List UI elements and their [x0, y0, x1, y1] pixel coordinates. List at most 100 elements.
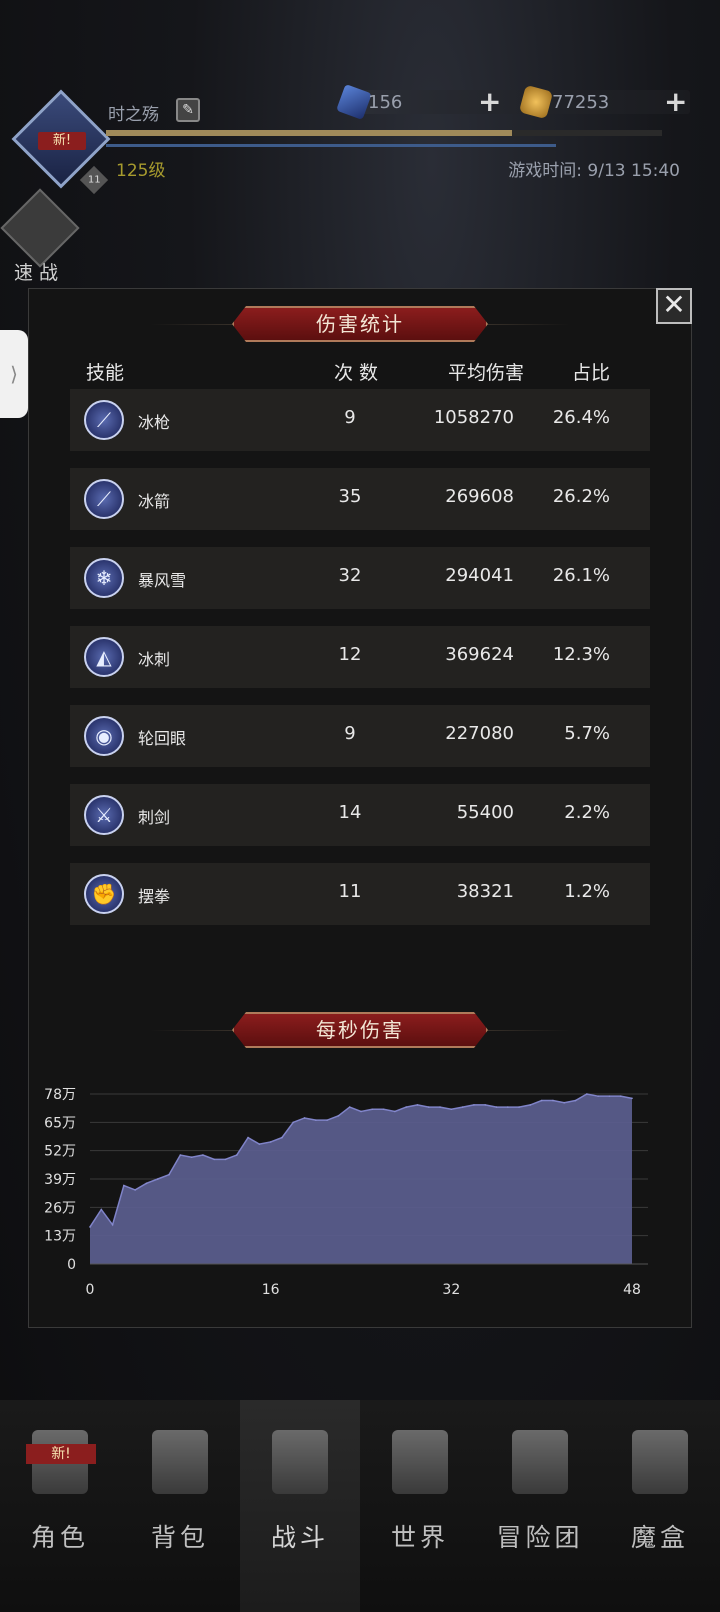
- map-icon: [392, 1430, 448, 1494]
- nav-tab-label: 魔盒: [630, 1523, 689, 1552]
- dps-point: [631, 1097, 633, 1100]
- nav-tab[interactable]: 背包: [120, 1400, 240, 1612]
- dps-point: [247, 1136, 249, 1139]
- nav-tab-label: 角色: [30, 1523, 89, 1552]
- dps-point: [269, 1141, 272, 1143]
- nav-tab-label: 背包: [150, 1523, 209, 1552]
- x-tick-label: 32: [442, 1282, 460, 1298]
- dps-chart: 0 13万 26万 39万 52万 65万 78万 0 16 32 48: [44, 1087, 648, 1298]
- dps-point: [258, 1143, 261, 1145]
- skill-percent: 26.1%: [552, 565, 610, 586]
- skill-percent: 26.4%: [552, 407, 610, 428]
- dps-point: [597, 1095, 599, 1097]
- quick-battle-icon[interactable]: [0, 188, 80, 268]
- dps-point: [619, 1095, 622, 1097]
- skill-avg-damage: 369624: [445, 644, 514, 665]
- y-tick-label: 13万: [44, 1229, 76, 1245]
- quick-battle-label[interactable]: 速战: [14, 258, 64, 285]
- nav-tab[interactable]: 魔盒: [600, 1400, 720, 1612]
- dps-point: [506, 1106, 509, 1108]
- close-button[interactable]: ✕: [656, 288, 692, 324]
- castle-icon: [512, 1430, 568, 1494]
- dps-point: [213, 1158, 216, 1161]
- dps-point: [439, 1106, 441, 1108]
- skill-avg-damage: 55400: [456, 802, 514, 823]
- skill-avg-damage: 38321: [456, 881, 514, 902]
- gold-count: 77253: [552, 92, 610, 113]
- dps-point: [529, 1104, 532, 1106]
- nav-tab[interactable]: 战斗: [240, 1400, 360, 1612]
- skill-name: 冰箭: [138, 492, 171, 511]
- dps-point: [134, 1189, 136, 1191]
- skill-percent: 2.2%: [564, 802, 610, 823]
- backpack-icon: [152, 1430, 208, 1494]
- dps-point: [123, 1184, 125, 1187]
- skill-name: 暴风雪: [138, 571, 187, 590]
- column-count: 次 数: [334, 362, 379, 384]
- skill-percent: 1.2%: [564, 881, 610, 902]
- dps-point: [405, 1106, 407, 1108]
- skill-row: ⟋ 冰枪 9 1058270 26.4%: [70, 389, 650, 451]
- dps-point: [179, 1154, 182, 1156]
- dps-point: [145, 1182, 148, 1185]
- skill-percent: 12.3%: [552, 644, 610, 665]
- dps-point: [202, 1154, 204, 1156]
- gem-count: 156: [368, 92, 403, 113]
- gold-icon: [518, 84, 554, 120]
- dps-point: [292, 1121, 295, 1124]
- nav-tab[interactable]: 新! 角色: [0, 1400, 120, 1612]
- stab-sword-icon: ⚔: [84, 795, 124, 835]
- side-expand-tab[interactable]: ⟩: [0, 330, 28, 418]
- dps-point: [552, 1099, 554, 1102]
- skill-row: ❄ 暴风雪 32 294041 26.1%: [70, 547, 650, 609]
- y-tick-label: 78万: [44, 1087, 76, 1103]
- dps-point: [371, 1108, 374, 1111]
- dps-point: [495, 1106, 498, 1108]
- add-gem-button[interactable]: +: [478, 88, 501, 116]
- dps-point: [190, 1156, 193, 1159]
- dps-point: [303, 1117, 306, 1119]
- game-time: 游戏时间: 9/13 15:40: [508, 161, 680, 181]
- dps-point: [382, 1108, 385, 1111]
- dps-point: [427, 1106, 430, 1108]
- nav-tab[interactable]: 冒险团: [480, 1400, 600, 1612]
- dps-point: [574, 1099, 577, 1102]
- skill-name: 摆拳: [138, 887, 171, 906]
- skill-name: 冰刺: [138, 650, 171, 669]
- dps-point: [360, 1110, 362, 1113]
- y-tick-label: 52万: [44, 1144, 76, 1160]
- nav-tab[interactable]: 世界: [360, 1400, 480, 1612]
- magic-cube-icon: [632, 1430, 688, 1494]
- y-tick-label: 39万: [44, 1172, 76, 1188]
- skill-count: 12: [338, 644, 362, 665]
- player-level: 125级: [116, 161, 166, 181]
- dps-point: [484, 1104, 487, 1106]
- energy-bar: [106, 144, 556, 147]
- edit-name-icon[interactable]: ✎: [176, 98, 200, 122]
- swing-fist-icon: ✊: [84, 874, 124, 914]
- dps-point: [563, 1101, 566, 1104]
- dps-point: [416, 1104, 419, 1106]
- dps-point: [89, 1226, 91, 1228]
- dps-area: [90, 1094, 632, 1264]
- x-tick-label: 0: [86, 1282, 95, 1298]
- skill-row: ◉ 轮回眼 9 227080 5.7%: [70, 705, 650, 767]
- avatar-new-badge: 新!: [38, 132, 86, 150]
- new-badge: 新!: [26, 1444, 96, 1464]
- shield-sword-icon: [272, 1430, 328, 1494]
- dps-point: [281, 1136, 283, 1139]
- skill-percent: 26.2%: [552, 486, 610, 507]
- dps-point: [586, 1093, 588, 1095]
- skill-name: 冰枪: [138, 413, 171, 432]
- dps-point: [518, 1106, 520, 1108]
- skill-avg-damage: 227080: [445, 723, 514, 744]
- skill-count: 9: [344, 723, 356, 744]
- y-tick-label: 65万: [44, 1115, 76, 1131]
- column-skill: 技能: [86, 362, 125, 384]
- skill-row: ⚔ 刺剑 14 55400 2.2%: [70, 784, 650, 846]
- skill-avg-damage: 294041: [445, 565, 514, 586]
- skill-row: ⟋ 冰箭 35 269608 26.2%: [70, 468, 650, 530]
- add-gold-button[interactable]: +: [664, 88, 687, 116]
- skill-count: 14: [338, 802, 362, 823]
- dps-point: [394, 1110, 396, 1113]
